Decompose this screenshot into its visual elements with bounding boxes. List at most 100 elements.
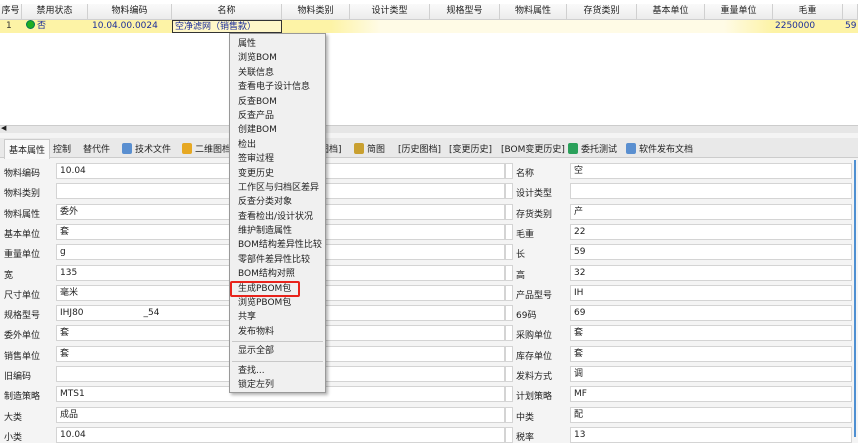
column-header[interactable]: 物料类别 [282, 4, 350, 20]
column-header[interactable]: 存货类别 [567, 4, 637, 20]
field-value[interactable]: 22 [570, 223, 852, 240]
menu-item[interactable]: 关联信息 [230, 66, 325, 80]
menu-item[interactable]: 签审过程 [230, 152, 325, 166]
tab-6[interactable]: 简图 [354, 142, 385, 155]
field-value[interactable]: 空 [570, 163, 852, 179]
column-header[interactable]: 物料属性 [500, 4, 567, 20]
field-value[interactable]: 69 [570, 305, 852, 322]
tab-9[interactable]: [BOM变更历史] [501, 142, 565, 155]
menu-item[interactable]: 反查BOM [230, 95, 325, 109]
field-spacer [505, 325, 513, 342]
field-value[interactable]: 59 [570, 244, 852, 261]
menu-item[interactable]: 浏览BOM [230, 51, 325, 65]
field-value[interactable]: 10.04 [56, 426, 505, 443]
tab-10[interactable]: 委托测试 [568, 142, 617, 155]
field-text: 135 [60, 267, 78, 278]
tab-label: [BOM变更历史] [501, 145, 565, 155]
column-header[interactable]: 重量单位 [705, 4, 773, 20]
field-value[interactable]: IH [570, 284, 852, 301]
field-spacer [505, 244, 513, 261]
field-text: 22 [574, 226, 586, 237]
tab-1[interactable]: 控制 [53, 142, 71, 155]
field-label: 长 [516, 250, 526, 261]
field-value[interactable]: 套 [570, 345, 852, 362]
tab-8[interactable]: [变更历史] [449, 142, 492, 155]
field-label: 采购单位 [516, 331, 553, 342]
tab-7[interactable]: [历史图档] [398, 142, 441, 155]
menu-item[interactable]: 查看检出/设计状况 [230, 210, 325, 224]
field-value[interactable]: 13 [570, 426, 852, 443]
detail-tabs: 基本属性 控制 替代件 技术文件 二维图档 图档] 简图 [历史图档] [变更历史] [BOM变更… [0, 138, 858, 159]
menu-item[interactable]: 工作区与归档区差异 [230, 181, 325, 195]
menu-item[interactable]: 查看电子设计信息 [230, 80, 325, 94]
tab-label: [变更历史] [449, 145, 493, 155]
test-icon [568, 143, 578, 154]
row-extra[interactable]: 59 [843, 20, 858, 33]
disabled-value: 否 [37, 21, 47, 31]
menu-item[interactable]: 浏览PBOM包 [230, 296, 325, 310]
row-name[interactable]: 空净滤网（销售款） [172, 20, 282, 33]
tab-0[interactable]: 基本属性 [4, 139, 51, 159]
menu-item[interactable]: 变更历史 [230, 167, 325, 181]
tab-label: 软件发布文档 [639, 145, 694, 155]
tab-4[interactable]: 二维图档 [182, 142, 231, 155]
menu-item[interactable]: 锁定左列 [230, 378, 325, 392]
column-header[interactable]: 基本单位 [637, 4, 705, 20]
menu-item[interactable]: 显示全部 [230, 344, 325, 358]
column-header[interactable]: 物料编码 [88, 4, 172, 20]
field-value[interactable]: 32 [570, 264, 852, 281]
menu-item[interactable]: 零部件差异性比较 [230, 253, 325, 267]
tab-2[interactable]: 替代件 [83, 142, 110, 155]
row-weight[interactable]: 2250000 [773, 20, 843, 33]
status-green-icon [26, 20, 35, 29]
tab-label: 替代件 [83, 145, 111, 155]
column-header[interactable]: 序号 [0, 4, 22, 20]
drawing-icon [182, 143, 192, 154]
field-label: 大类 [4, 412, 23, 423]
menu-item[interactable]: 共享 [230, 310, 325, 324]
menu-item[interactable]: BOM结构差异性比较 [230, 238, 325, 252]
menu-item[interactable]: 反查分类对象 [230, 195, 325, 209]
field-value[interactable]: 配 [570, 406, 852, 423]
field-value[interactable]: 调 [570, 366, 852, 382]
tab-label: 控制 [53, 145, 72, 155]
menu-item[interactable]: 检出 [230, 138, 325, 152]
menu-item[interactable]: 属性 [230, 37, 325, 51]
sketch-icon [354, 143, 364, 154]
field-spacer [505, 183, 513, 200]
tab-11[interactable]: 软件发布文档 [626, 142, 693, 155]
field-value[interactable]: 成品 [56, 406, 505, 423]
highlight-box [230, 280, 300, 297]
column-header[interactable]: 禁用状态 [22, 4, 88, 20]
field-text: 空 [574, 166, 584, 176]
menu-item[interactable]: 查找... [230, 364, 325, 378]
field-value[interactable]: 产 [570, 203, 852, 220]
field-label: 税率 [516, 432, 535, 443]
field-value[interactable]: MF [570, 386, 852, 403]
menu-item[interactable]: 反查产品 [230, 109, 325, 123]
column-header[interactable]: 设计类型 [350, 4, 430, 20]
field-value[interactable] [570, 183, 852, 200]
menu-item[interactable]: 创建BOM [230, 123, 325, 137]
menu-item-generate-pbom[interactable]: 生成PBOM包 [230, 280, 325, 297]
horizontal-scrollbar[interactable]: ◀ [0, 124, 858, 133]
field-label: 发料方式 [516, 372, 553, 382]
row-index[interactable]: 1 [0, 20, 22, 33]
field-label: 高 [516, 270, 526, 281]
menu-item[interactable]: 发布物料 [230, 325, 325, 339]
column-header[interactable]: 名称 [172, 4, 282, 20]
row-disabled-status[interactable]: 否 [22, 20, 88, 33]
field-label: 基本单位 [4, 229, 41, 240]
tab-3[interactable]: 技术文件 [122, 142, 171, 155]
column-header[interactable]: 毛重 [773, 4, 843, 20]
field-spacer [505, 264, 513, 281]
tab-label: 技术文件 [135, 145, 172, 155]
row-code[interactable]: 10.04.00.0024 [88, 20, 172, 33]
menu-item[interactable]: 维护制造属性 [230, 224, 325, 238]
menu-item[interactable]: BOM结构对照 [230, 267, 325, 281]
scroll-left-icon[interactable]: ◀ [1, 124, 6, 132]
field-label: 69码 [516, 311, 537, 322]
field-value[interactable]: 套 [570, 325, 852, 342]
field-text: IHJ80 [60, 308, 84, 319]
column-header[interactable]: 规格型号 [430, 4, 500, 20]
